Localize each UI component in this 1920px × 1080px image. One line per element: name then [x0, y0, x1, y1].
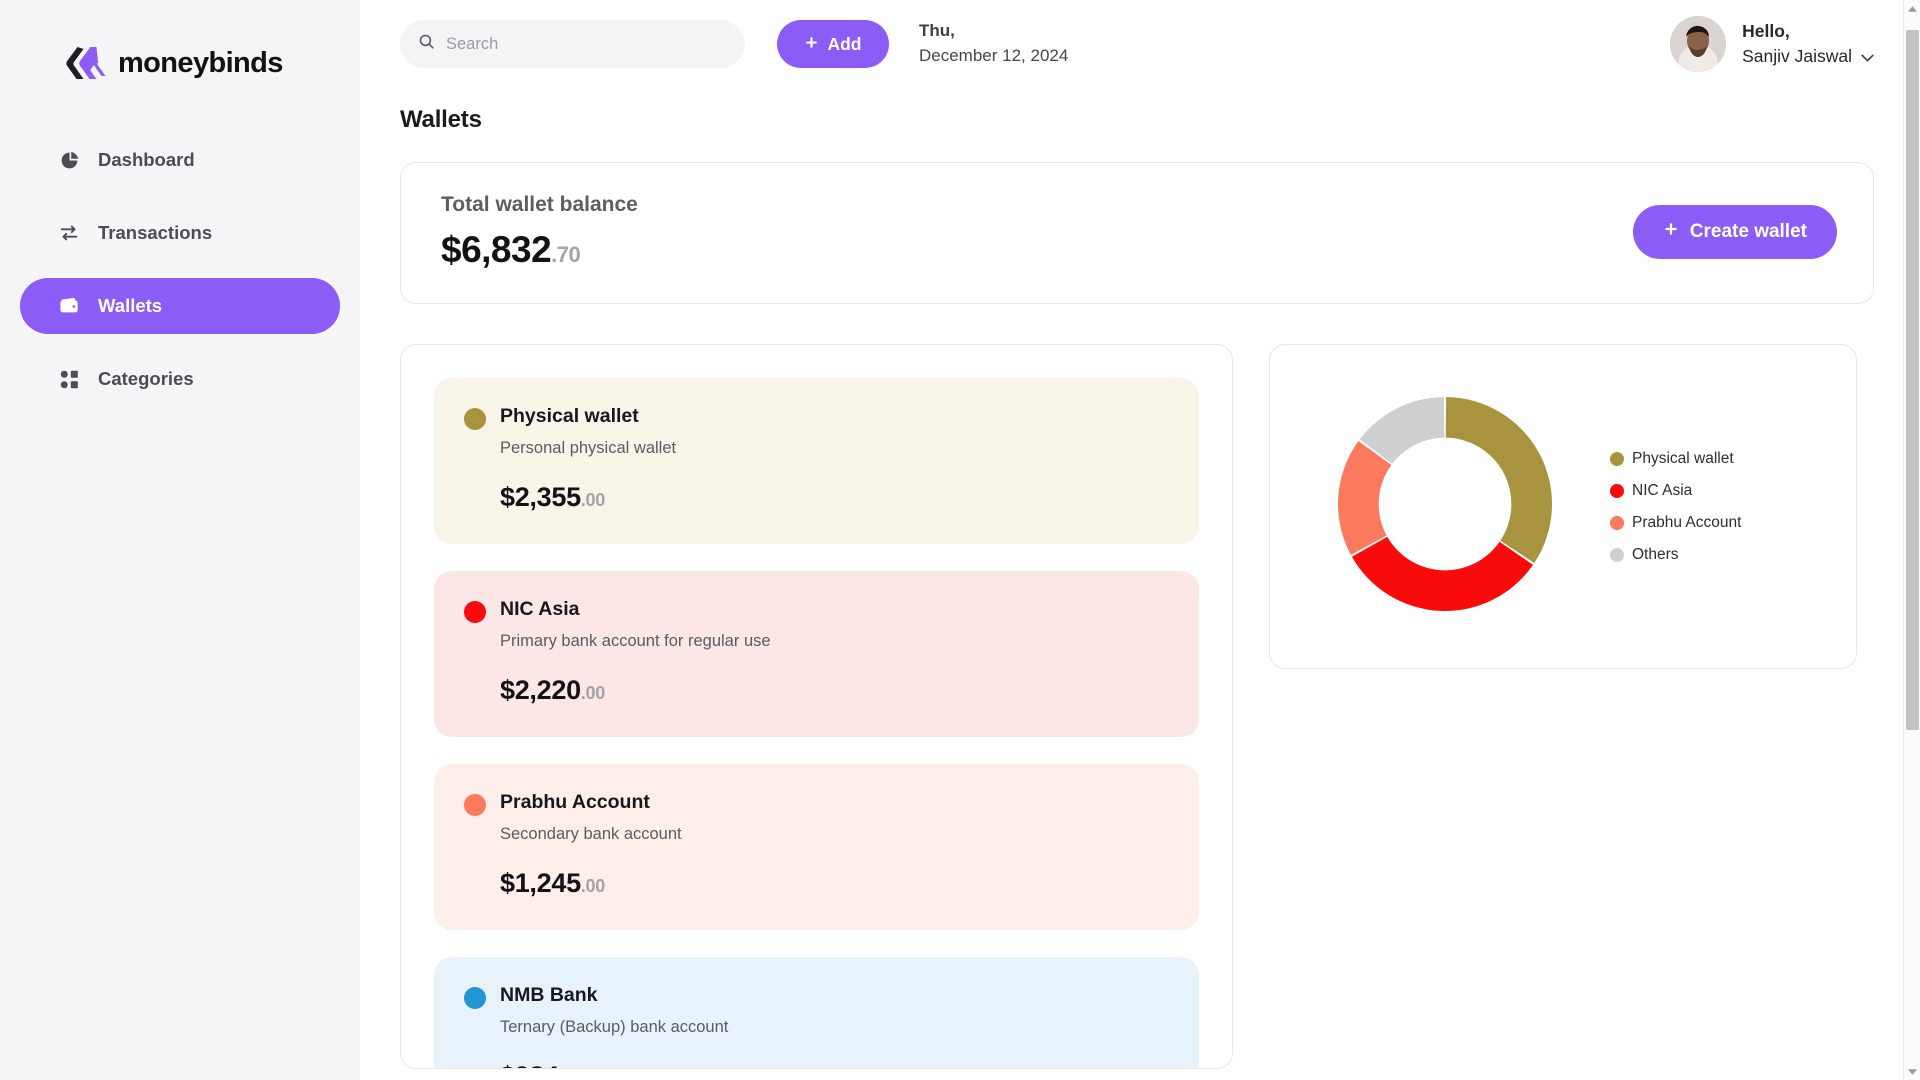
wallet-card[interactable]: NMB Bank Ternary (Backup) bank account $…	[434, 957, 1199, 1068]
current-date: Thu, December 12, 2024	[919, 19, 1068, 68]
legend-item[interactable]: NIC Asia	[1610, 482, 1741, 500]
legend-color-dot	[1610, 483, 1624, 498]
content-columns: Physical wallet Personal physical wallet…	[400, 344, 1874, 1069]
donut-segment[interactable]	[1351, 536, 1533, 611]
vertical-scrollbar[interactable]	[1903, 0, 1920, 1080]
avatar	[1670, 16, 1727, 72]
wallet-amount: $2,355.00	[500, 482, 1199, 513]
wallet-card[interactable]: NIC Asia Primary bank account for regula…	[434, 571, 1199, 737]
sidebar-item-label: Wallets	[98, 294, 163, 316]
user-name-row: Sanjiv Jaiswal	[1742, 44, 1874, 69]
add-button[interactable]: Add	[777, 20, 889, 68]
wallet-amount-cents: .00	[580, 876, 605, 896]
legend-label: NIC Asia	[1632, 481, 1693, 499]
pie-chart-icon	[58, 149, 80, 171]
total-balance-amount: $6,832.70	[441, 229, 638, 271]
search-icon	[418, 33, 435, 55]
wallet-name: Prabhu Account	[500, 791, 650, 813]
total-balance-main: $6,832	[441, 229, 552, 270]
brand: moneybinds	[0, 0, 360, 90]
app-root: moneybinds Dashboard Transactions Wallet	[0, 0, 1920, 1080]
wallet-amount-cents: .00	[580, 490, 605, 510]
scrollbar-thumb[interactable]	[1906, 30, 1919, 730]
donut-chart-svg	[1338, 397, 1552, 611]
total-balance-label: Total wallet balance	[441, 193, 638, 216]
chart-legend: Physical wallet NIC Asia Prabhu Account Oth…	[1610, 450, 1741, 564]
brand-name: moneybinds	[118, 46, 283, 79]
legend-color-dot	[1610, 515, 1624, 530]
wallet-color-dot	[464, 987, 486, 1009]
scroll-down-arrow-icon[interactable]	[1904, 1063, 1920, 1080]
total-balance-card: Total wallet balance $6,832.70 Create wa…	[400, 162, 1874, 304]
user-greeting: Hello,	[1742, 20, 1790, 41]
plus-icon	[804, 34, 819, 55]
sidebar-item-dashboard[interactable]: Dashboard	[20, 132, 340, 188]
wallet-amount: $1,245.00	[500, 868, 1199, 899]
wallet-card[interactable]: Physical wallet Personal physical wallet…	[434, 378, 1199, 544]
wallets-list-panel: Physical wallet Personal physical wallet…	[400, 344, 1233, 1069]
wallet-amount-main: $2,220	[500, 675, 581, 705]
user-menu[interactable]: Hello, Sanjiv Jaiswal	[1670, 16, 1874, 72]
sidebar: moneybinds Dashboard Transactions Wallet	[0, 0, 360, 1080]
main-area: Add Thu, December 12, 2024	[360, 0, 1920, 1080]
legend-label: Others	[1632, 545, 1679, 563]
wallet-distribution-chart-panel: Physical wallet NIC Asia Prabhu Account Oth…	[1269, 344, 1857, 669]
wallet-amount: $2,220.00	[500, 675, 1199, 706]
wallet-icon	[58, 295, 80, 317]
wallet-amount-main: $984	[500, 1061, 559, 1068]
wallet-name: NMB Bank	[500, 984, 598, 1006]
total-balance-cents: .70	[551, 242, 581, 267]
sidebar-item-label: Categories	[98, 367, 194, 389]
total-balance-info: Total wallet balance $6,832.70	[441, 193, 638, 271]
wallet-name: NIC Asia	[500, 598, 580, 620]
scroll-up-arrow-icon[interactable]	[1904, 0, 1920, 17]
create-wallet-label: Create wallet	[1689, 221, 1807, 242]
create-wallet-button[interactable]: Create wallet	[1632, 205, 1837, 259]
user-text: Hello, Sanjiv Jaiswal	[1742, 19, 1874, 70]
page-title: Wallets	[400, 106, 482, 133]
legend-color-dot	[1610, 547, 1624, 562]
wallet-description: Ternary (Backup) bank account	[500, 1018, 729, 1036]
page-content: Wallets Total wallet balance $6,832.70 C…	[360, 88, 1920, 1069]
sidebar-item-transactions[interactable]: Transactions	[20, 205, 340, 261]
user-name: Sanjiv Jaiswal	[1742, 46, 1852, 66]
legend-item[interactable]: Physical wallet	[1610, 450, 1741, 468]
legend-item[interactable]: Prabhu Account	[1610, 514, 1741, 532]
grid-categories-icon	[58, 368, 80, 390]
wallet-color-dot	[464, 794, 486, 816]
wallet-description: Primary bank account for regular use	[500, 632, 771, 650]
add-button-label: Add	[827, 33, 862, 54]
legend-item[interactable]: Others	[1610, 546, 1741, 564]
legend-label: Prabhu Account	[1632, 513, 1742, 531]
sidebar-item-categories[interactable]: Categories	[20, 351, 340, 407]
sidebar-item-label: Dashboard	[98, 148, 195, 170]
wallet-amount-cents: .00	[580, 683, 605, 703]
wallet-amount: $984.00	[500, 1061, 1199, 1068]
legend-label: Physical wallet	[1632, 449, 1734, 467]
wallet-color-dot	[464, 408, 486, 430]
wallet-amount-main: $2,355	[500, 482, 581, 512]
search-box[interactable]	[400, 20, 745, 68]
search-input[interactable]	[446, 34, 727, 54]
plus-icon	[1663, 221, 1679, 243]
wallet-color-dot	[464, 601, 486, 623]
date-full: December 12, 2024	[919, 46, 1069, 65]
donut-segment[interactable]	[1338, 441, 1392, 555]
sidebar-item-label: Transactions	[98, 221, 213, 243]
chevron-down-icon[interactable]	[1861, 50, 1874, 64]
sidebar-item-wallets[interactable]: Wallets	[20, 278, 340, 334]
donut-chart	[1330, 389, 1560, 624]
moneybinds-logo-icon	[60, 45, 106, 81]
wallet-name: Physical wallet	[500, 405, 639, 427]
sidebar-nav: Dashboard Transactions Wallets Categorie…	[0, 132, 360, 407]
wallet-description: Secondary bank account	[500, 825, 682, 843]
wallet-amount-main: $1,245	[500, 868, 581, 898]
wallet-description: Personal physical wallet	[500, 439, 677, 457]
wallet-card[interactable]: Prabhu Account Secondary bank account $1…	[434, 764, 1199, 930]
transfer-arrows-icon	[58, 222, 80, 244]
date-weekday: Thu,	[919, 21, 955, 41]
legend-color-dot	[1610, 451, 1624, 466]
donut-segment[interactable]	[1445, 397, 1552, 564]
topbar: Add Thu, December 12, 2024	[360, 0, 1920, 88]
